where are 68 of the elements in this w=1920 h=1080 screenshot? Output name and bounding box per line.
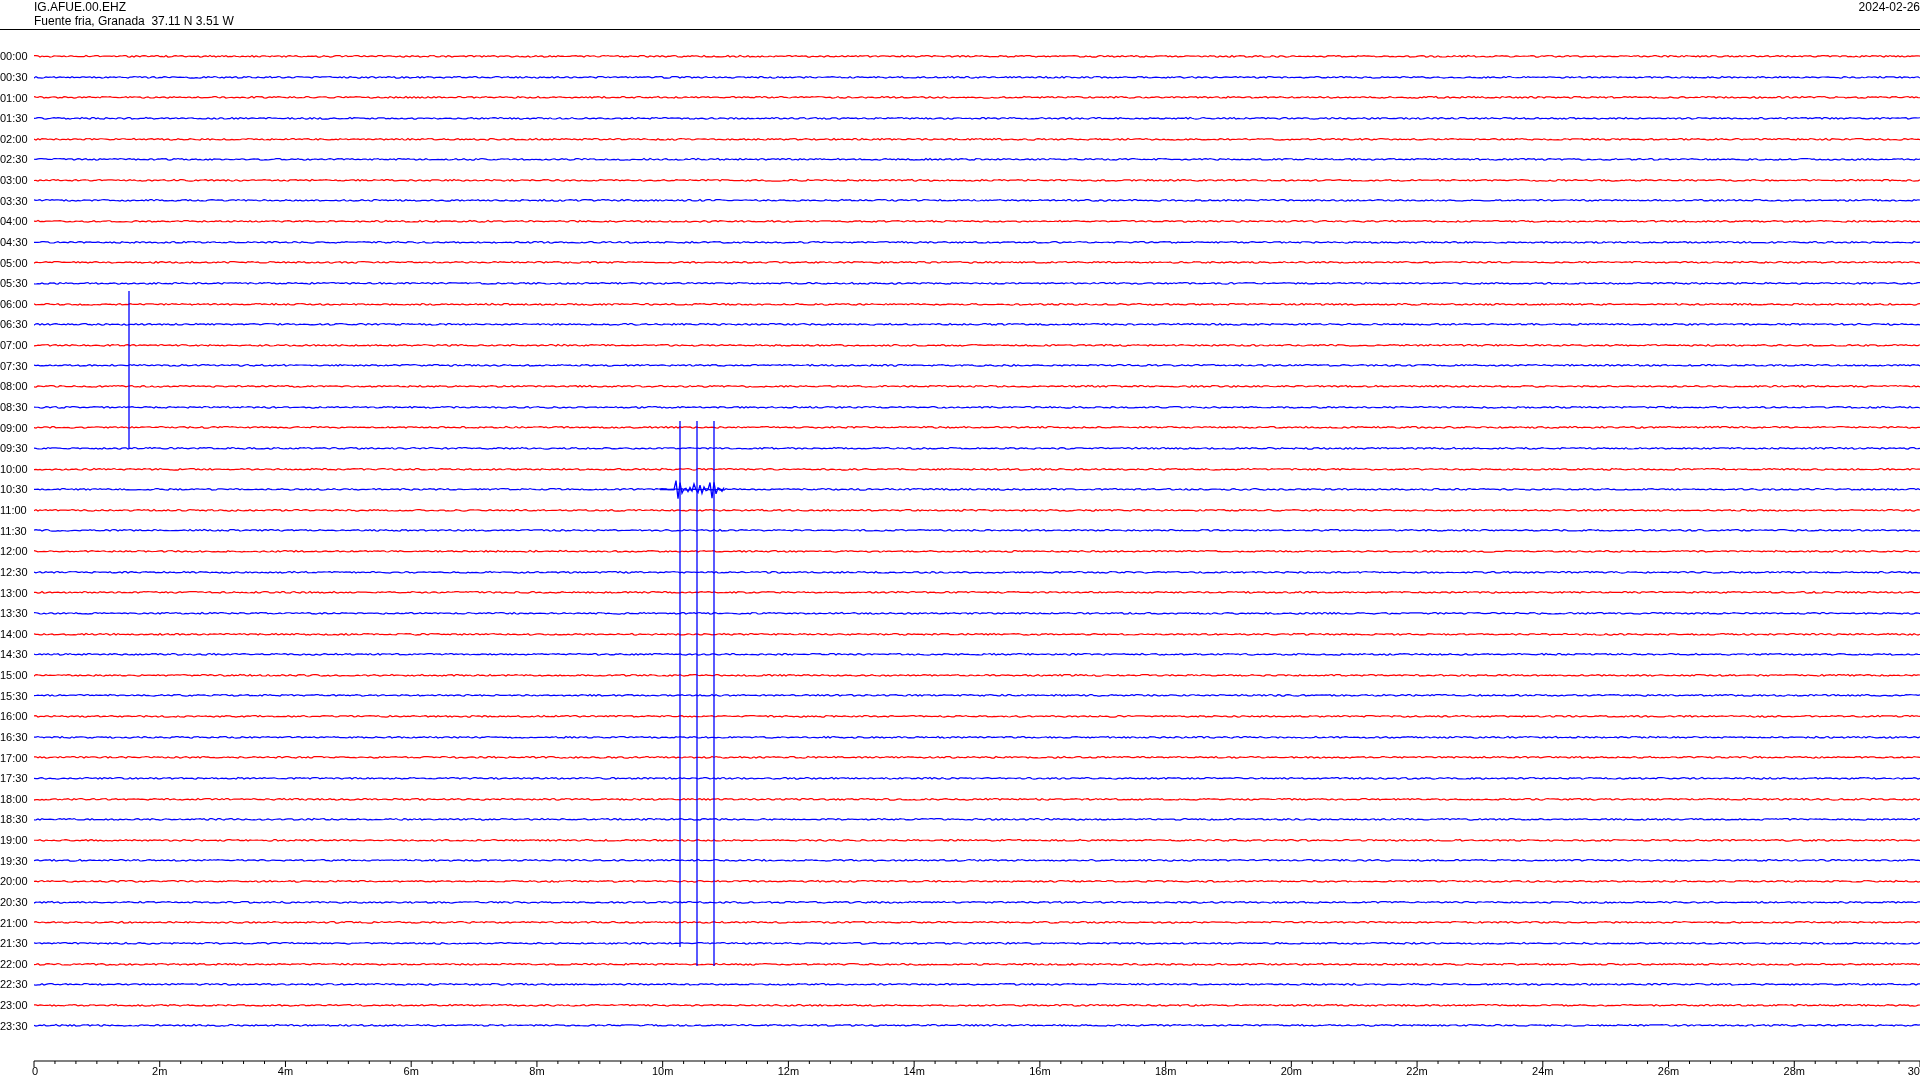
row-time-label: 08:00 <box>0 380 29 393</box>
row-time-label: 13:00 <box>0 586 29 599</box>
row-time-label: 13:30 <box>0 607 29 620</box>
row-time-label: 05:00 <box>0 256 29 269</box>
axis-tick-label: 2m <box>152 1065 168 1077</box>
axis-tick-label: 12m <box>777 1065 800 1077</box>
row-time-label: 23:30 <box>0 1019 29 1032</box>
axis-tick-label: 6m <box>403 1065 419 1077</box>
row-time-label: 18:00 <box>0 792 29 805</box>
row-time-label: 12:30 <box>0 565 29 578</box>
axis-tick-label: 14m <box>903 1065 925 1077</box>
axis-tick-label: 8m <box>529 1065 545 1077</box>
row-time-label: 20:00 <box>0 875 29 888</box>
row-time-label: 01:00 <box>0 91 29 104</box>
row-time-label: 16:00 <box>0 710 29 723</box>
row-time-label: 17:00 <box>0 751 29 764</box>
axis-tick-label: 20m <box>1280 1065 1303 1077</box>
row-time-label: 07:00 <box>0 339 29 352</box>
row-time-label: 08:30 <box>0 400 29 413</box>
axis-tick-label: 26m <box>1657 1065 1680 1077</box>
row-time-label: 15:00 <box>0 669 29 682</box>
row-time-label: 21:30 <box>0 937 29 950</box>
row-time-label: 02:30 <box>0 153 29 166</box>
row-time-label: 04:00 <box>0 215 29 228</box>
row-time-label: 06:30 <box>0 318 29 331</box>
row-time-label: 14:00 <box>0 627 29 640</box>
axis-tick-label: 28m <box>1783 1065 1805 1077</box>
station-location: Fuente fria, Granada 37.11 N 3.51 W <box>34 14 234 28</box>
row-time-label: 05:30 <box>0 277 29 290</box>
row-time-label: 17:30 <box>0 772 29 785</box>
row-time-label: 14:30 <box>0 648 29 661</box>
row-time-label: 10:30 <box>0 483 29 496</box>
axis-tick-label: 22m <box>1406 1065 1428 1077</box>
station-code: IG.AFUE.00.EHZ <box>34 0 128 14</box>
row-time-label: 21:00 <box>0 916 29 929</box>
row-time-label: 03:30 <box>0 194 29 207</box>
axis-tick-label: 18m <box>1154 1065 1177 1077</box>
row-time-label: 11:00 <box>0 504 28 517</box>
row-time-label: 11:30 <box>0 524 28 537</box>
row-time-label: 10:00 <box>0 462 29 475</box>
axis-tick-label: 30 <box>1907 1065 1920 1077</box>
row-time-label: 07:30 <box>0 359 29 372</box>
row-time-label: 22:30 <box>0 978 29 991</box>
axis-tick-label: 10m <box>651 1065 674 1077</box>
row-time-label: 16:30 <box>0 730 29 743</box>
row-time-label: 09:30 <box>0 442 29 455</box>
record-date: 2024-02-26 <box>1858 0 1920 14</box>
axis-tick-label: 24m <box>1532 1065 1554 1077</box>
row-time-label: 03:00 <box>0 174 29 187</box>
row-time-label: 19:30 <box>0 854 29 867</box>
row-time-label: 00:30 <box>0 70 29 83</box>
row-time-label: 23:00 <box>0 999 29 1012</box>
row-time-label: 15:30 <box>0 689 29 702</box>
row-time-label: 00:00 <box>0 50 29 63</box>
trace-wiggle <box>659 479 725 500</box>
axis-tick-label: 0 <box>32 1065 39 1077</box>
row-time-label: 04:30 <box>0 235 29 248</box>
row-time-label: 22:00 <box>0 957 29 970</box>
row-time-label: 06:00 <box>0 297 29 310</box>
row-time-label: 01:30 <box>0 112 29 125</box>
row-time-label: 12:00 <box>0 545 29 558</box>
row-time-label: 20:30 <box>0 895 29 908</box>
axis-tick-label: 16m <box>1029 1065 1051 1077</box>
row-time-label: 02:00 <box>0 132 29 145</box>
row-time-label: 09:00 <box>0 421 29 434</box>
axis-tick-label: 4m <box>277 1065 294 1077</box>
row-time-label: 18:30 <box>0 813 29 826</box>
row-time-label: 19:00 <box>0 834 29 847</box>
